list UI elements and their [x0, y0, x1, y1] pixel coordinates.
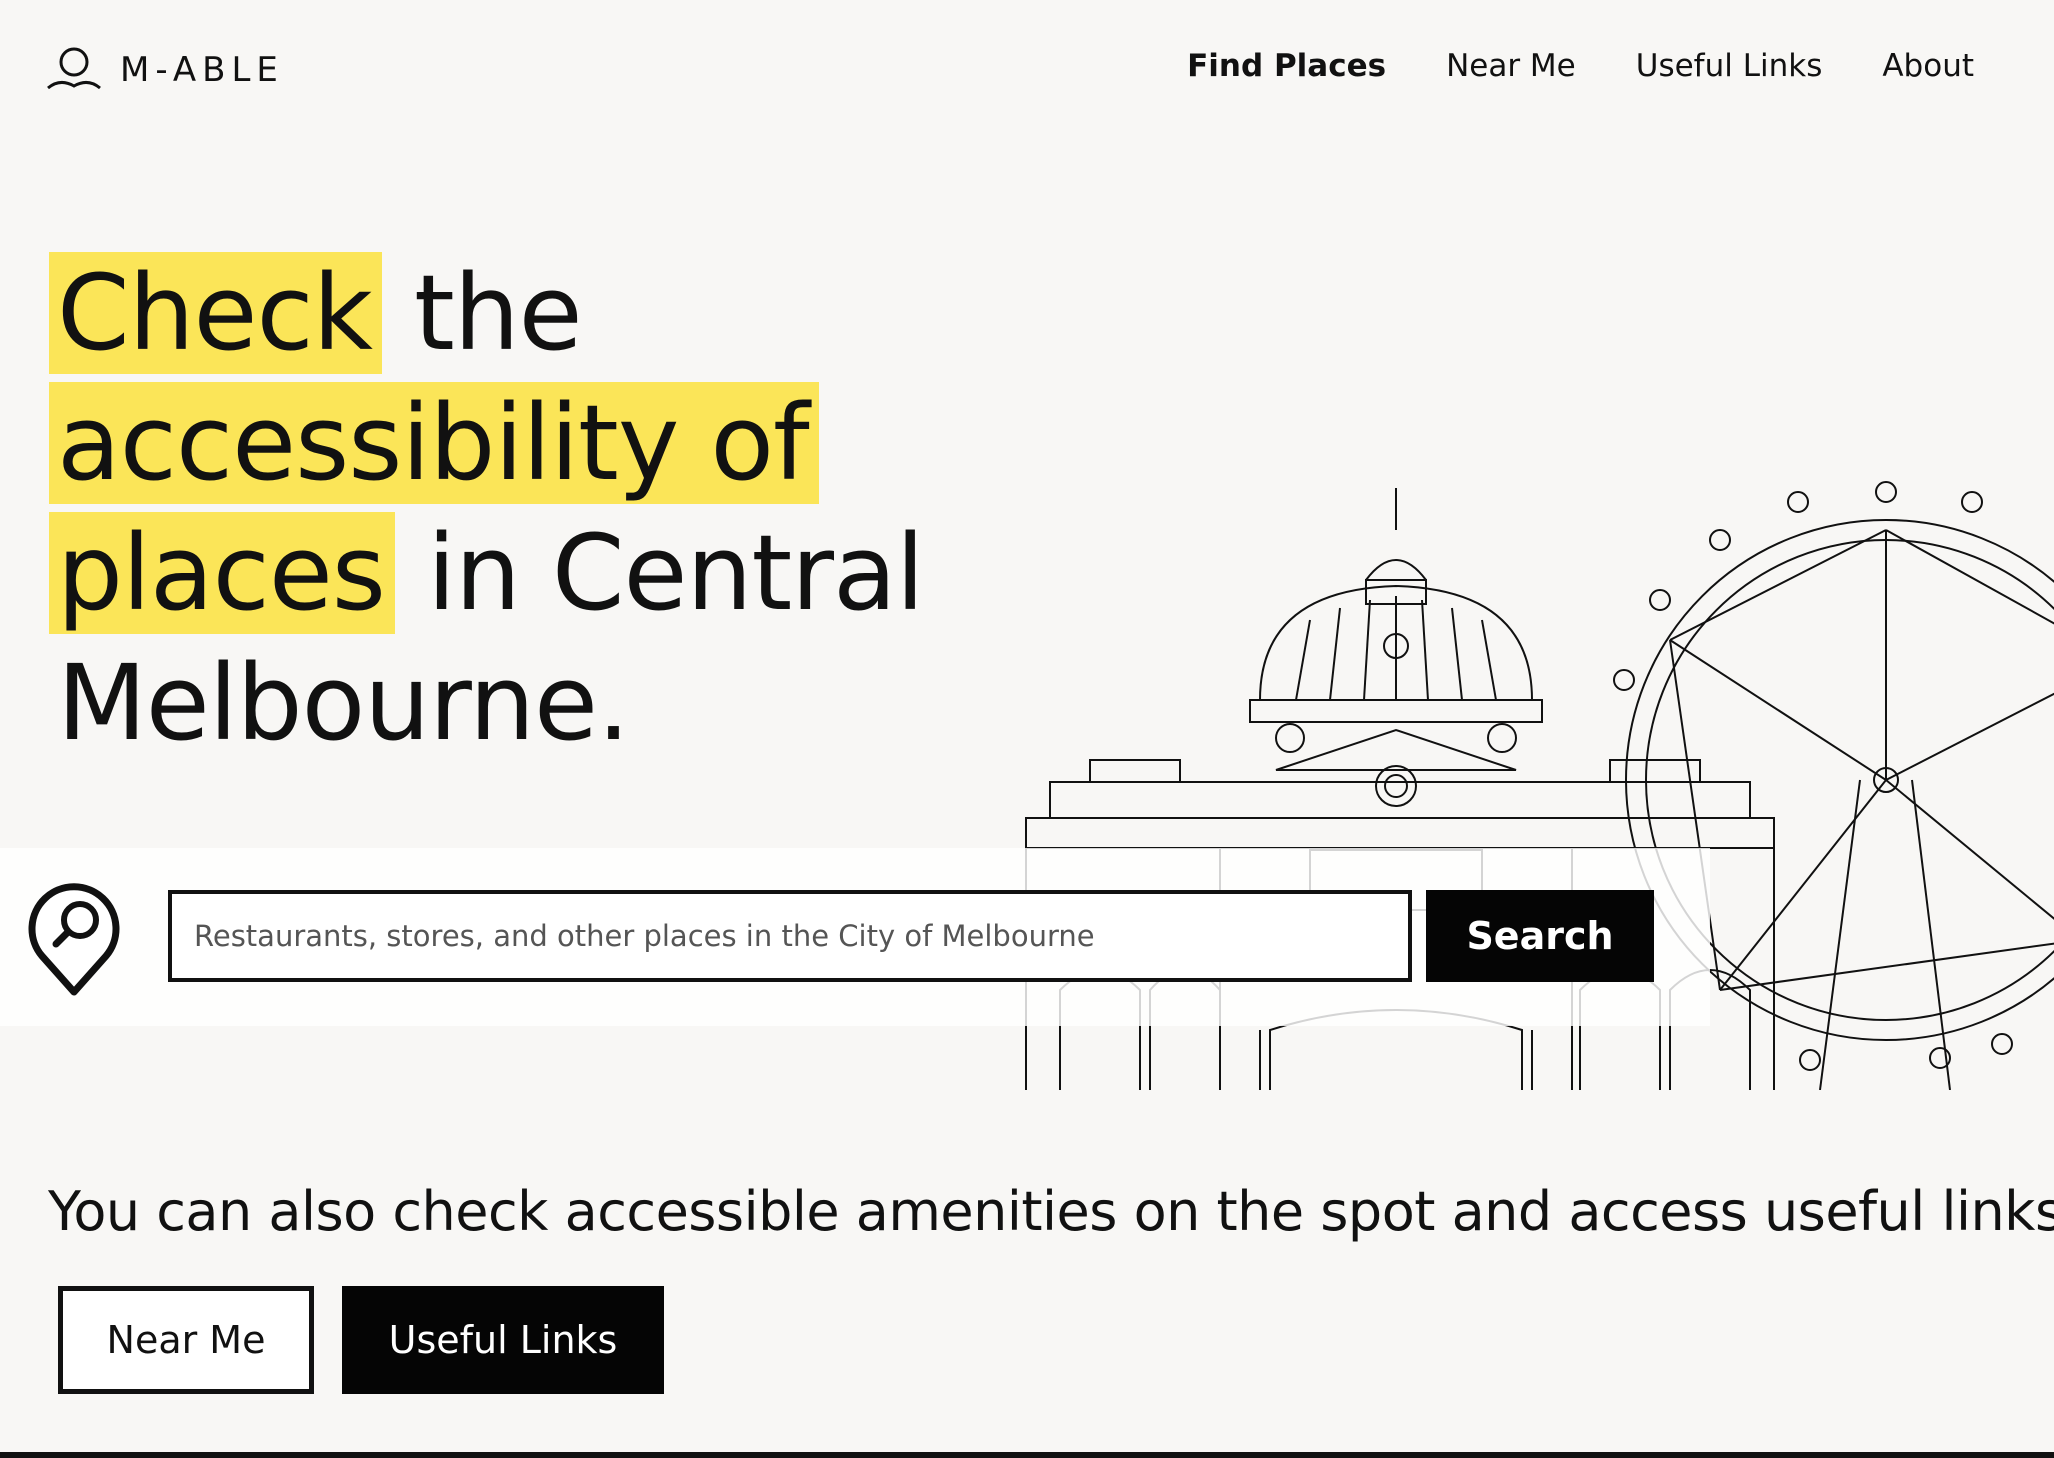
- hero-line-2: accessibility of: [49, 378, 924, 508]
- hero-text-in-central: in Central: [427, 512, 925, 634]
- hero-heading: Check the accessibility of places in Cen…: [49, 248, 925, 768]
- hero-highlight-check: Check: [49, 252, 382, 374]
- bottom-divider: [0, 1452, 2054, 1458]
- page: M-ABLE Find Places Near Me Useful Links …: [0, 0, 2054, 1458]
- nav-useful-links[interactable]: Useful Links: [1636, 48, 1823, 84]
- brand-logo[interactable]: M-ABLE: [46, 46, 284, 94]
- nav-near-me[interactable]: Near Me: [1446, 48, 1576, 84]
- person-icon: [47, 47, 101, 90]
- location-search-icon: [28, 883, 120, 996]
- hero-line-3: places in Central: [49, 508, 925, 638]
- hero-highlight-places: places: [49, 512, 395, 634]
- search-input[interactable]: [168, 890, 1412, 982]
- hero-line-1: Check the: [49, 248, 924, 378]
- useful-links-button[interactable]: Useful Links: [342, 1286, 664, 1394]
- nav-find-places[interactable]: Find Places: [1187, 48, 1386, 84]
- hero-line-4: Melbourne.: [57, 642, 630, 764]
- near-me-button[interactable]: Near Me: [58, 1286, 314, 1394]
- hero-text-the: the: [413, 252, 583, 374]
- brand-name: M-ABLE: [120, 50, 284, 90]
- main-nav: Find Places Near Me Useful Links About: [1187, 48, 1974, 84]
- hero-highlight-accessibility: accessibility of: [49, 382, 819, 504]
- header: M-ABLE Find Places Near Me Useful Links …: [0, 0, 2054, 140]
- search-button[interactable]: Search: [1426, 890, 1654, 982]
- nav-about[interactable]: About: [1882, 48, 1974, 84]
- secondary-description: You can also check accessible amenities …: [48, 1180, 2054, 1243]
